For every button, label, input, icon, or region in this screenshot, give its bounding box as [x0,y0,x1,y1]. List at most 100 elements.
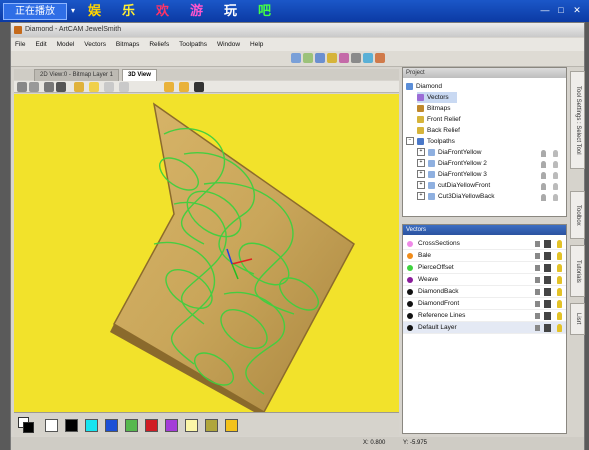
expand-icon[interactable]: + [417,181,425,190]
layer-row[interactable]: CrossSections [403,238,566,250]
layer-row[interactable]: DiamondBack [403,286,566,298]
lightbulb-icon[interactable] [557,240,562,248]
pen-icon[interactable] [544,300,551,308]
toolpath-item[interactable]: + cutDiaYellowFront [417,180,557,191]
collapse-icon[interactable]: − [406,137,414,146]
layer-color-icon[interactable] [407,241,413,247]
tree-item-front-relief[interactable]: Front Relief [417,114,461,125]
lightbulb-icon[interactable] [553,183,558,190]
lighting-icon[interactable] [89,82,99,92]
layer-color-icon[interactable] [407,313,413,319]
open-icon[interactable] [303,53,313,63]
toolpath-item[interactable]: + Cut3DiaYellowBack [417,191,557,202]
lightbulb-icon[interactable] [557,276,562,284]
layer-row[interactable]: Reference Lines [403,310,566,322]
lightbulb-icon[interactable] [553,172,558,179]
now-playing-button[interactable]: 正在播放 [3,3,67,20]
relief-icon[interactable] [327,53,337,63]
pen-icon[interactable] [544,288,551,296]
save-icon[interactable] [315,53,325,63]
visibility-icon[interactable] [541,183,546,190]
tab-3d-view[interactable]: 3D View [122,69,157,81]
render-icon[interactable] [375,53,385,63]
pen-icon[interactable] [544,252,551,260]
color-swatch[interactable] [45,419,58,432]
pen-icon[interactable] [544,264,551,272]
visibility-icon[interactable] [541,150,546,157]
material-icon[interactable] [164,82,174,92]
menu-reliefs[interactable]: Reliefs [145,38,173,51]
tree-item-bitmaps[interactable]: Bitmaps [417,103,450,114]
visibility-icon[interactable] [541,172,546,179]
expand-icon[interactable]: + [417,148,425,157]
layer-color-icon[interactable] [407,277,413,283]
layer-row[interactable]: Weave [403,274,566,286]
toolpath-item[interactable]: + DiaFrontYellow 2 [417,158,557,169]
shaded-icon[interactable] [119,82,129,92]
menu-edit[interactable]: Edit [31,38,50,51]
lightbulb-icon[interactable] [553,161,558,168]
view-iso-icon[interactable] [17,82,27,92]
color-swatch[interactable] [125,419,138,432]
layer-row[interactable]: DiamondFront [403,298,566,310]
menu-model[interactable]: Model [53,38,79,51]
pen-icon[interactable] [544,276,551,284]
tab-2d-view[interactable]: 2D View:0 - Bitmap Layer 1 [34,69,119,81]
color-swatch[interactable] [225,419,238,432]
tree-root[interactable]: Diamond [406,81,442,92]
menu-file[interactable]: File [11,38,29,51]
expand-icon[interactable]: + [417,170,425,179]
axes-icon[interactable] [74,82,84,92]
menu-toolpaths[interactable]: Toolpaths [175,38,211,51]
color-swatch[interactable] [85,419,98,432]
maximize-icon[interactable]: □ [554,4,568,17]
layer-color-icon[interactable] [407,301,413,307]
lock-icon[interactable] [535,313,540,319]
layer-color-icon[interactable] [407,253,413,259]
menu-bitmaps[interactable]: Bitmaps [112,38,143,51]
layer-row[interactable]: Bale [403,250,566,262]
lock-icon[interactable] [535,265,540,271]
menu-vectors[interactable]: Vectors [80,38,110,51]
wireframe-icon[interactable] [104,82,114,92]
chevron-down-icon[interactable]: ▾ [67,3,79,18]
lightbulb-icon[interactable] [557,264,562,272]
lightbulb-icon[interactable] [557,312,562,320]
color-swatch[interactable] [185,419,198,432]
toolpath-item[interactable]: + DiaFrontYellow [417,147,557,158]
lock-icon[interactable] [535,241,540,247]
toolpath-item[interactable]: + DiaFrontYellow 3 [417,169,557,180]
pen-icon[interactable] [544,240,551,248]
tab-tutorials[interactable]: Tutorials [570,245,585,297]
lightbulb-icon[interactable] [557,288,562,296]
layer-color-icon[interactable] [407,289,413,295]
lock-icon[interactable] [535,253,540,259]
visibility-icon[interactable] [541,194,546,201]
color-swatch[interactable] [145,419,158,432]
fg-bg-color-picker[interactable] [18,417,34,433]
lock-icon[interactable] [535,301,540,307]
new-model-icon[interactable] [291,53,301,63]
layer-color-icon[interactable] [407,325,413,331]
color-icon[interactable] [179,82,189,92]
lightbulb-icon[interactable] [553,150,558,157]
diamond-icon[interactable] [194,82,204,92]
shade-icon[interactable] [363,53,373,63]
visibility-icon[interactable] [541,161,546,168]
layer-row[interactable]: PierceOffset [403,262,566,274]
color-swatch[interactable] [105,419,118,432]
minimize-icon[interactable]: — [538,4,552,17]
expand-icon[interactable]: + [417,159,425,168]
zoom-icon[interactable] [44,82,54,92]
tab-toolbox[interactable]: Toolbox [570,191,585,239]
lightbulb-icon[interactable] [557,300,562,308]
tab-tool-settings[interactable]: Tool Settings : Select Tool [570,71,585,169]
lock-icon[interactable] [535,289,540,295]
pen-icon[interactable] [544,312,551,320]
lightbulb-icon[interactable] [557,252,562,260]
grid-icon[interactable] [351,53,361,63]
lock-icon[interactable] [535,277,540,283]
lightbulb-icon[interactable] [553,194,558,201]
expand-icon[interactable]: + [417,192,425,201]
tree-item-back-relief[interactable]: Back Relief [417,125,460,136]
